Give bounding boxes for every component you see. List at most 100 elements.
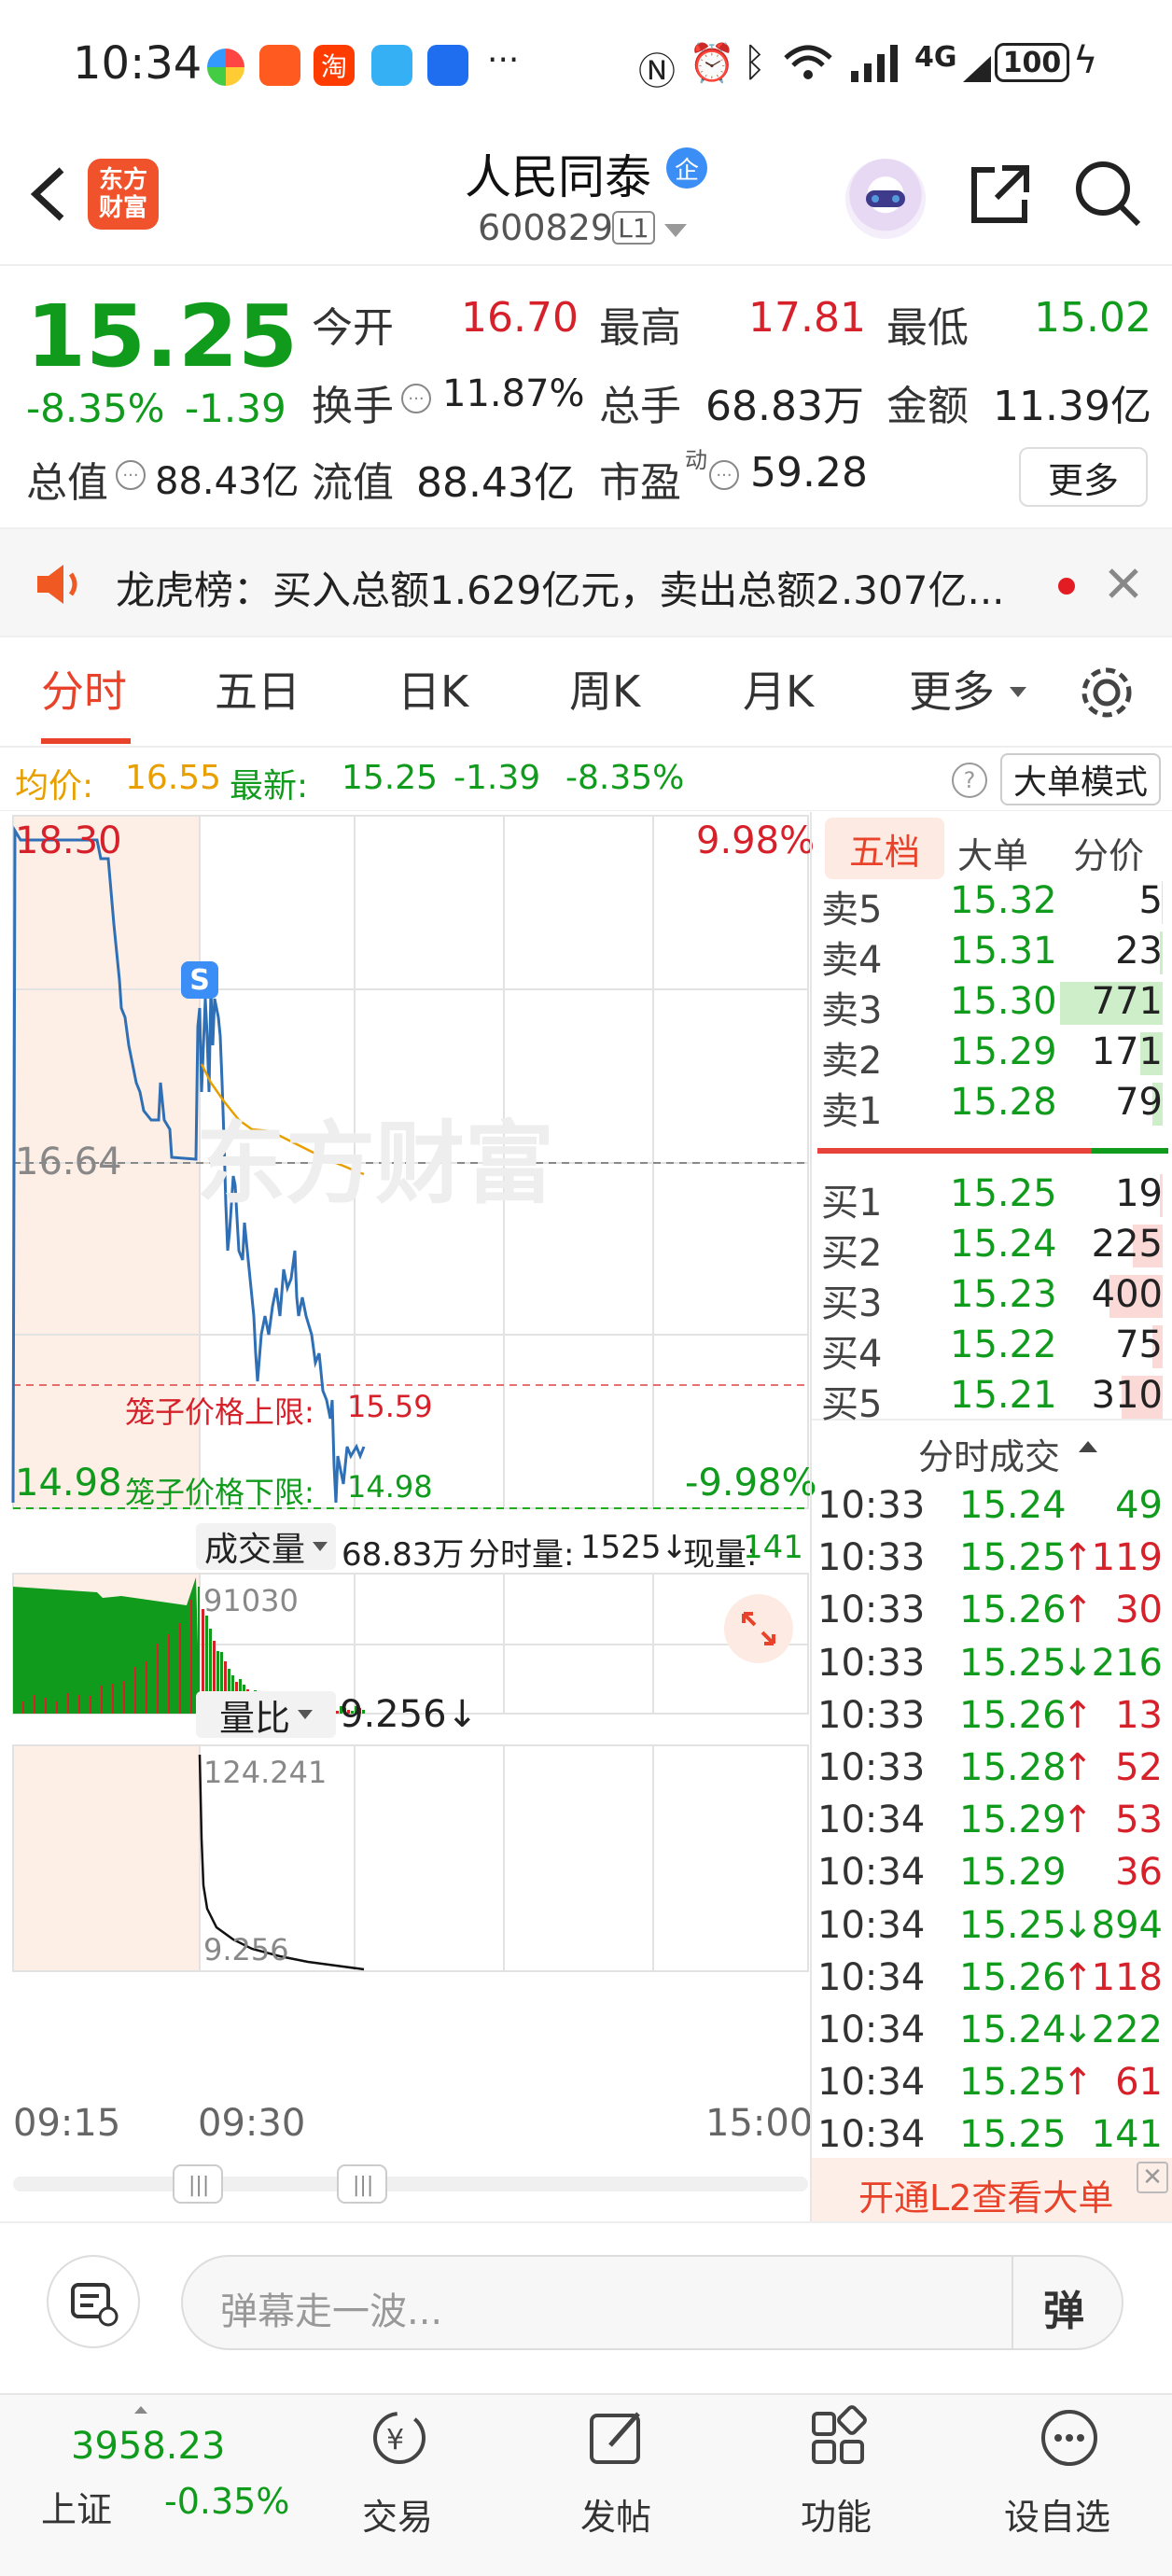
ask-row[interactable]: 卖4 15.31 23 bbox=[817, 928, 1166, 982]
volume-bar bbox=[123, 1681, 125, 1714]
tab-five-day[interactable]: 五日 bbox=[215, 658, 300, 720]
trade-row: 10:33 15.25 ↓ 216 bbox=[817, 1640, 1166, 1692]
ask-row[interactable]: 卖5 15.32 5 bbox=[817, 877, 1166, 931]
trade-icon: ¥ bbox=[366, 2404, 433, 2471]
trade-volume: 894 bbox=[1091, 1903, 1163, 1947]
volume-selector[interactable]: 成交量 bbox=[196, 1523, 336, 1570]
ai-assistant-icon[interactable] bbox=[845, 159, 926, 239]
trade-time: 10:34 bbox=[817, 1851, 926, 1895]
expand-icon[interactable] bbox=[724, 1594, 793, 1663]
tab-monthly-k[interactable]: 月K bbox=[743, 658, 814, 720]
trade-row: 10:34 15.29 ↑ 53 bbox=[817, 1797, 1166, 1849]
ask-level-label: 卖3 bbox=[821, 989, 883, 1032]
chevron-down-icon[interactable] bbox=[664, 224, 687, 237]
search-icon[interactable] bbox=[1073, 159, 1144, 230]
tab-daily-k[interactable]: 日K bbox=[398, 658, 468, 720]
trade-row: 10:33 15.26 ↑ 13 bbox=[817, 1692, 1166, 1744]
info-icon[interactable]: ··· bbox=[709, 460, 739, 490]
tab-weekly-k[interactable]: 周K bbox=[569, 658, 640, 720]
index-widget[interactable]: 3958.23 上证 -0.35% bbox=[0, 2395, 308, 2576]
bid-row[interactable]: 买5 15.21 310 bbox=[817, 1372, 1166, 1426]
latest-change: -1.39 bbox=[453, 759, 541, 797]
close-icon[interactable] bbox=[1105, 565, 1142, 602]
tab-intraday[interactable]: 分时 bbox=[41, 658, 127, 720]
svg-text:|||: ||| bbox=[188, 2174, 209, 2197]
nav-trade[interactable]: ¥ 交易 bbox=[325, 2395, 474, 2576]
open-value: 16.70 bbox=[461, 294, 579, 342]
nav-function[interactable]: 功能 bbox=[763, 2395, 913, 2576]
help-icon[interactable]: ? bbox=[952, 763, 987, 798]
share-icon[interactable] bbox=[967, 161, 1034, 228]
chevron-up-icon[interactable] bbox=[1079, 1441, 1097, 1452]
volume-bar bbox=[82, 1699, 84, 1714]
trade-time: 10:34 bbox=[817, 1903, 926, 1947]
ask-price: 15.29 bbox=[950, 1030, 1057, 1073]
volume-bar bbox=[67, 1693, 69, 1714]
bid-row[interactable]: 买4 15.22 75 bbox=[817, 1322, 1166, 1376]
trade-volume: 118 bbox=[1091, 1955, 1163, 1999]
settings-icon[interactable] bbox=[1079, 665, 1135, 721]
ratio-max-label: 124.241 bbox=[203, 1755, 328, 1790]
ask-row[interactable]: 卖1 15.28 79 bbox=[817, 1079, 1166, 1133]
bid-row[interactable]: 买1 15.25 19 bbox=[817, 1170, 1166, 1225]
tab-price-distribution[interactable]: 分价 bbox=[1073, 827, 1144, 878]
current-volume-value: 141 bbox=[743, 1529, 803, 1566]
eastmoney-logo[interactable]: 东方 财富 bbox=[88, 159, 159, 230]
bid-price: 15.23 bbox=[950, 1273, 1057, 1316]
wifi-icon bbox=[782, 41, 834, 82]
app-icon-3 bbox=[371, 45, 412, 86]
danmu-toggle[interactable]: 弹 bbox=[1043, 2277, 1084, 2337]
trades-title[interactable]: 分时成交 bbox=[918, 1428, 1060, 1479]
trade-row: 10:34 15.29 36 bbox=[817, 1849, 1166, 1901]
nav-post[interactable]: 发帖 bbox=[543, 2395, 692, 2576]
volume-bar bbox=[153, 1653, 155, 1714]
chart-watermark: 东方财富 bbox=[196, 1112, 554, 1216]
tab-five-levels[interactable]: 五档 bbox=[825, 818, 944, 879]
notice-bar[interactable]: 龙虎榜：买入总额1.629亿元，卖出总额2.307亿... bbox=[0, 527, 1172, 637]
nav-add-watchlist[interactable]: 设自选 bbox=[985, 2395, 1153, 2576]
info-icon[interactable]: ··· bbox=[116, 460, 146, 490]
volume-bar bbox=[93, 1688, 95, 1714]
more-button-label: 更多 bbox=[1047, 459, 1119, 501]
ask-row[interactable]: 卖3 15.30 771 bbox=[817, 978, 1166, 1032]
s-marker[interactable]: S bbox=[181, 961, 218, 999]
app-icon-1 bbox=[259, 45, 300, 86]
chevron-down-icon[interactable] bbox=[1010, 687, 1026, 697]
volume-bar bbox=[138, 1669, 140, 1714]
volume-bar bbox=[119, 1679, 121, 1714]
bid-row[interactable]: 买2 15.24 225 bbox=[817, 1221, 1166, 1275]
intraday-chart[interactable]: . 东方财富 ||| ||| 18.30 9.98% 16.64 14.98 -… bbox=[0, 812, 817, 2221]
tab-large-orders[interactable]: 大单 bbox=[957, 827, 1028, 878]
back-icon[interactable] bbox=[24, 166, 71, 222]
comment-bar: 弹幕走一波... 弹 bbox=[0, 2221, 1172, 2393]
volume-bar bbox=[45, 1698, 47, 1714]
cage-upper-label: 笼子价格上限: bbox=[125, 1394, 314, 1430]
amount-value: 11.39亿 bbox=[993, 383, 1151, 430]
close-icon[interactable]: ✕ bbox=[1137, 2162, 1168, 2193]
more-button[interactable]: 更多 bbox=[1019, 447, 1148, 507]
index-percent: -0.35% bbox=[164, 2481, 290, 2522]
volume-bar bbox=[127, 1673, 129, 1714]
ratio-selector[interactable]: 量比 bbox=[196, 1691, 336, 1739]
level-badge[interactable]: L1 bbox=[612, 211, 655, 245]
ask-row[interactable]: 卖2 15.29 171 bbox=[817, 1029, 1166, 1083]
danmu-input[interactable]: 弹幕走一波... 弹 bbox=[181, 2255, 1123, 2350]
trade-arrow: ↑ bbox=[1062, 1955, 1094, 1999]
volume-bar bbox=[146, 1661, 147, 1714]
trade-price: 15.26 bbox=[959, 1955, 1067, 1999]
index-name: 上证 bbox=[41, 2489, 113, 2530]
price-info-row: 均价: 16.55 最新: 15.25 -1.39 -8.35% ? 大单模式 bbox=[0, 749, 1172, 811]
trade-row: 10:33 15.25 ↑ 119 bbox=[817, 1534, 1166, 1587]
l2-banner[interactable]: 开通L2查看大单 ✕ bbox=[812, 2158, 1172, 2221]
trade-row: 10:34 15.24 ↓ 222 bbox=[817, 2007, 1166, 2059]
volume-bar bbox=[52, 1697, 54, 1714]
large-order-mode-button[interactable]: 大单模式 bbox=[1000, 753, 1161, 805]
danmu-list-icon[interactable] bbox=[47, 2255, 140, 2348]
float-cap-label: 流值 bbox=[312, 459, 394, 507]
intraday-chart-svg: . 东方财富 ||| ||| bbox=[11, 815, 809, 2204]
bid-row[interactable]: 买3 15.23 400 bbox=[817, 1271, 1166, 1325]
tab-more[interactable]: 更多 bbox=[909, 658, 995, 720]
info-icon[interactable]: ··· bbox=[401, 384, 431, 413]
change-percent: -8.35% bbox=[26, 385, 165, 431]
open-label: 今开 bbox=[312, 304, 394, 352]
